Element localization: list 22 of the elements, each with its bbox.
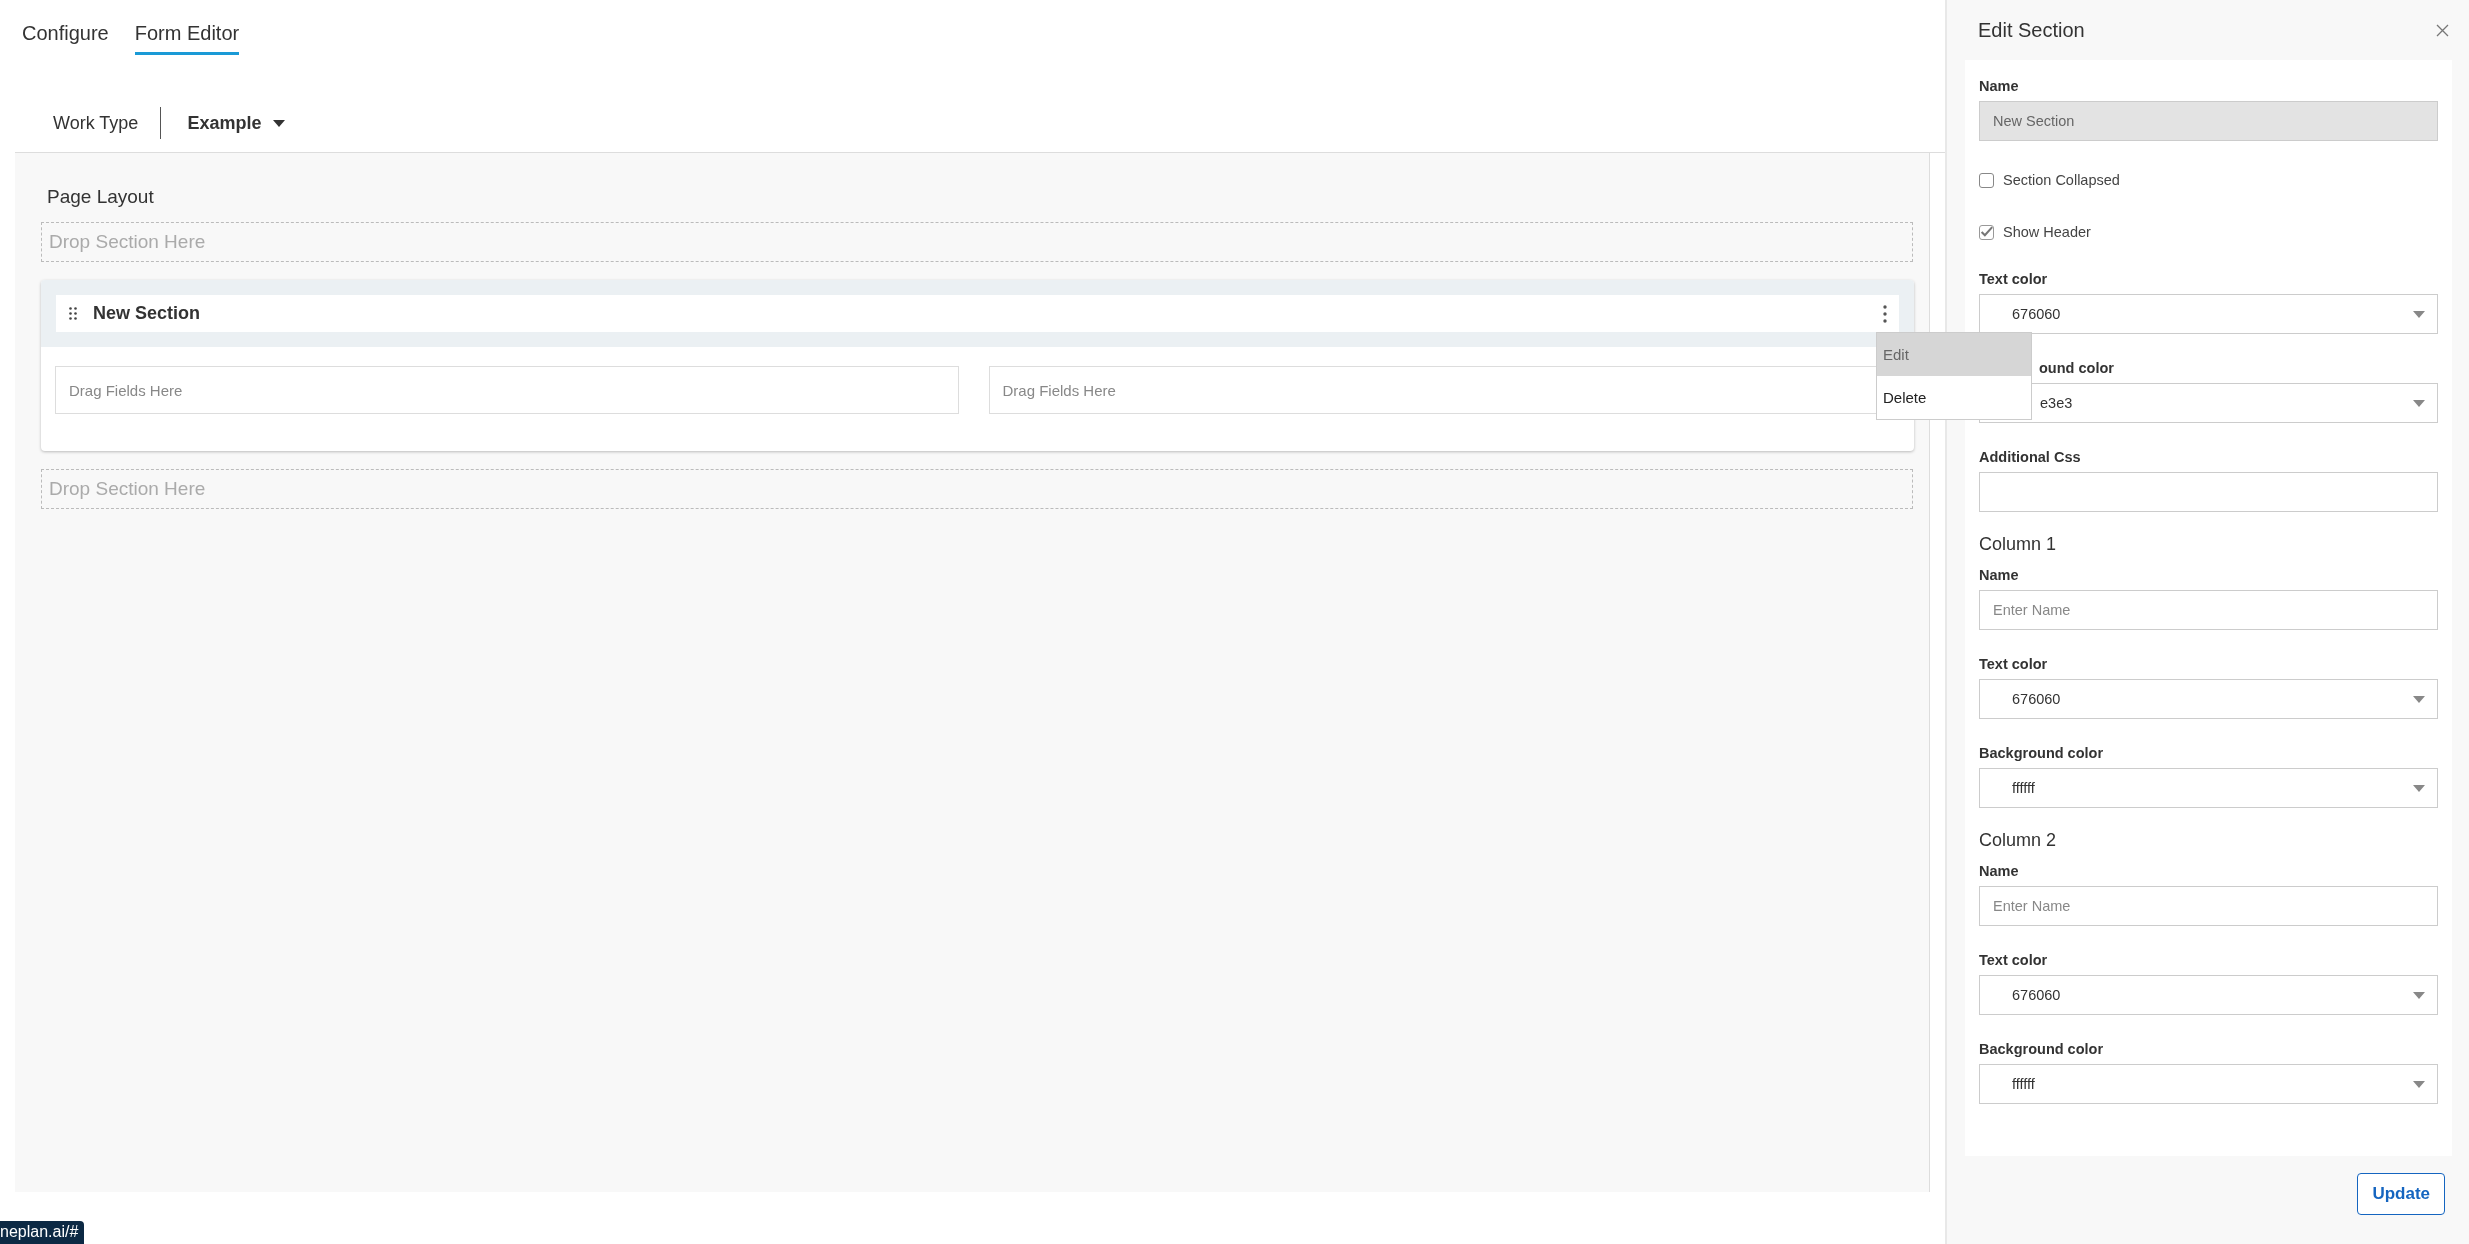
field-label: ound color (2038, 360, 2115, 376)
work-type-label: Work Type (53, 112, 139, 134)
section-title: New Section (93, 303, 202, 324)
field-label: Text color (1979, 271, 2049, 287)
field-label: Background color (1979, 745, 2105, 761)
field-drop-zone: Drag Fields Here (55, 366, 959, 414)
field-label: Additional Css (1979, 449, 2082, 465)
page-layout-title: Page Layout (47, 186, 155, 208)
checkbox-label: Section Collapsed (2003, 172, 2120, 188)
column-heading: Column 2 (1979, 830, 2058, 851)
status-url: neplan.ai/# (0, 1221, 85, 1244)
field-label: Text color (1979, 952, 2049, 968)
column-heading: Column 1 (1979, 534, 2058, 555)
checkbox-label: Show Header (2003, 224, 2091, 240)
field-label: Text color (1979, 656, 2049, 672)
field-label: Name (1979, 78, 2020, 94)
panel-title: Edit Section (1978, 18, 2085, 42)
drop-zone: Drop Section Here (41, 469, 1913, 509)
drop-zone: Drop Section Here (41, 222, 1913, 262)
field-label: Name (1979, 863, 2020, 879)
field-label: Background color (1979, 1041, 2105, 1057)
field-label: Name (1979, 567, 2020, 583)
